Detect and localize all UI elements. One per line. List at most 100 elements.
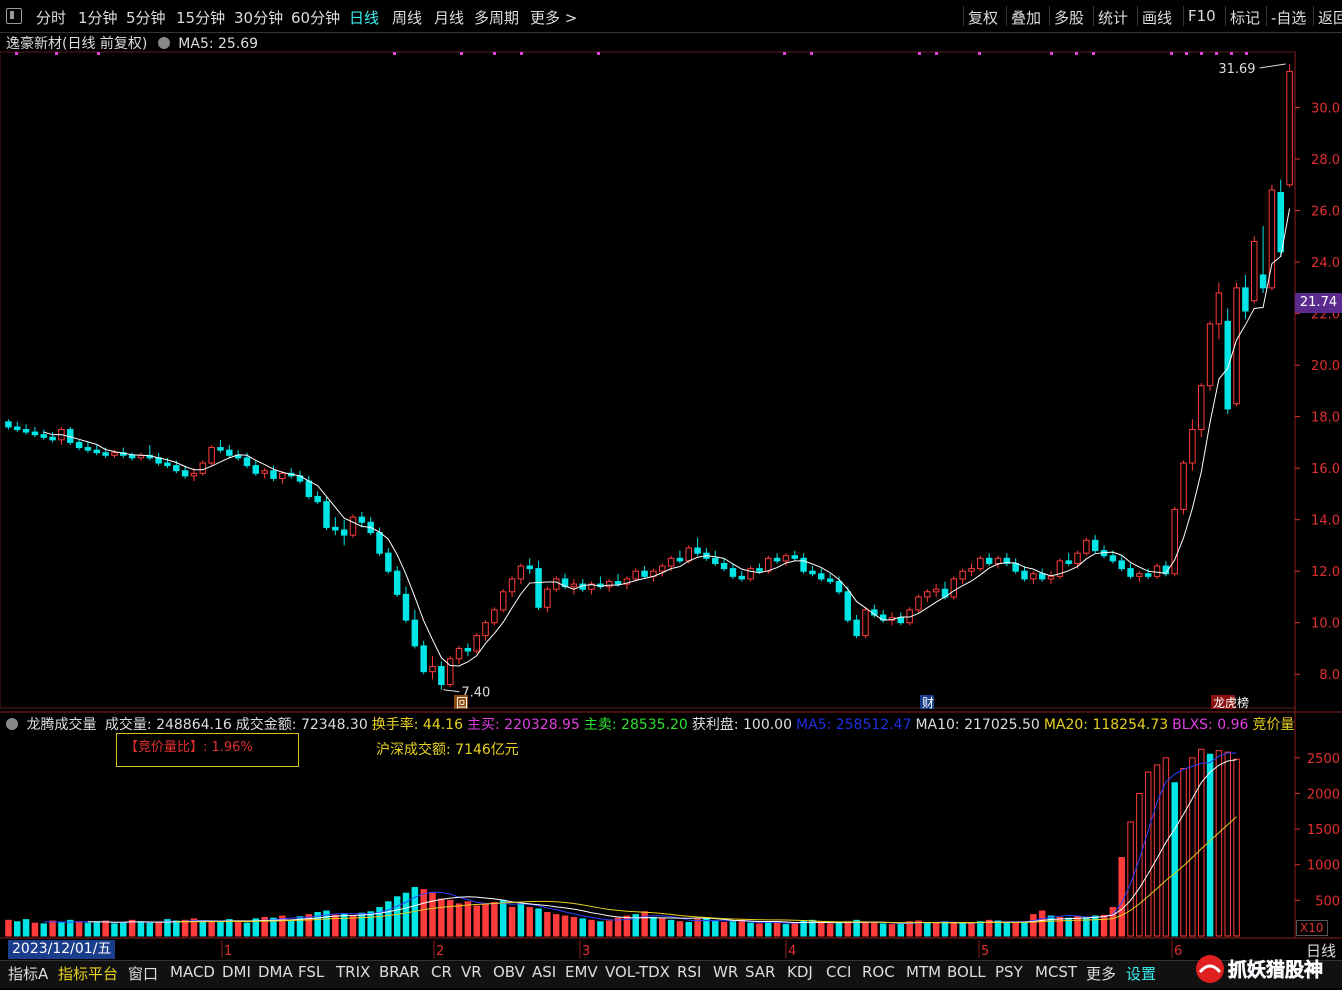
candle-body [270,470,277,479]
candle-body [756,568,763,572]
gear-icon[interactable] [6,718,18,730]
period-10[interactable]: 更多 > [530,7,577,28]
tab-10[interactable]: VR [461,963,482,981]
tab-12[interactable]: ASI [532,963,556,981]
volume-bar [791,922,799,937]
toolbar-button-2[interactable]: 多股 [1054,7,1084,28]
tab-15[interactable]: RSI [677,963,701,981]
tab-17[interactable]: SAR [745,963,775,981]
event-marker-hui[interactable]: 回 [456,696,468,710]
toolbar-button-1[interactable]: 叠加 [1011,7,1041,28]
volume-bar [1074,916,1081,937]
volume-bar [1100,914,1108,937]
toolbar-button-7[interactable]: -自选 [1271,7,1306,28]
tab-7[interactable]: TRIX [336,963,370,981]
tab-18[interactable]: KDJ [787,963,813,981]
volume-tick-label: 2500 [1307,752,1340,767]
candle-body [279,472,286,479]
volume-bar [455,903,463,937]
period-4[interactable]: 30分钟 [234,7,283,28]
period-7[interactable]: 周线 [392,7,422,28]
tab-5[interactable]: DMA [258,963,293,981]
toolbar-button-6[interactable]: 标记 [1230,7,1260,28]
signal-dot [918,52,921,55]
tab-9[interactable]: CR [431,963,452,981]
period-6[interactable]: 日线 [349,7,379,28]
period-9[interactable]: 多周期 [474,7,519,28]
tab-6[interactable]: FSL [298,963,324,981]
tab-0[interactable]: 指标A [8,963,48,984]
volume-bar [358,912,366,937]
stock-title[interactable]: 逸豪新材(日线 前复权) [6,36,147,52]
candle-body [75,441,83,449]
toolbar-button-3[interactable]: 统计 [1098,7,1128,28]
period-8[interactable]: 月线 [434,7,464,28]
volume-bar [977,921,984,937]
toolbar-button-4[interactable]: 画线 [1142,7,1172,28]
volume-bar [756,923,763,937]
signal-dot [1200,52,1203,55]
volume-bar [226,919,233,937]
tab-23[interactable]: PSY [995,963,1023,981]
signal-dot [1215,52,1218,55]
signal-dot [1245,52,1248,55]
volume-bar [199,921,207,937]
toolbar-button-8[interactable]: 返回 [1318,7,1342,28]
period-5[interactable]: 60分钟 [291,7,340,28]
gear-icon[interactable] [157,37,170,49]
signal-dot [1092,52,1095,55]
volume-bar [93,921,101,937]
candle-body [84,447,92,451]
volume-bar [650,916,657,937]
volume-title[interactable]: 龙腾成交量 [26,717,96,733]
candle-body [128,454,136,459]
tab-24[interactable]: MCST [1035,963,1077,981]
tab-21[interactable]: MTM [906,963,941,981]
month-label: 5 [981,944,989,959]
period-2[interactable]: 5分钟 [126,7,166,28]
volume-stat-5: 获利盘: 100.00 [691,717,792,733]
volume-bar [773,921,781,937]
period-1[interactable]: 1分钟 [78,7,118,28]
volume-bar [835,922,843,937]
signal-dot [1075,52,1078,55]
tab-19[interactable]: CCI [826,963,851,981]
candle-body [676,557,684,562]
candle-body [1091,539,1099,552]
price-tick-label: 14.0 [1311,514,1340,529]
tab-1[interactable]: 指标平台 [58,963,118,984]
tab-20[interactable]: ROC [862,963,895,981]
tab-14[interactable]: VOL-TDX [605,963,670,981]
volume-ma10-line [87,759,1237,924]
tab-2[interactable]: 窗口 [128,963,158,984]
volume-bar [111,923,118,937]
toolbar-button-0[interactable]: 复权 [968,7,998,28]
candle-body [31,431,39,436]
toolbar-separator [1183,6,1184,26]
volume-bar [1153,764,1161,937]
tab-3[interactable]: MACD [170,963,215,981]
tab-4[interactable]: DMI [222,963,251,981]
event-marker-cai[interactable]: 财 [922,696,934,710]
volume-bar [40,923,47,937]
price-tick-label: 26.0 [1311,205,1340,220]
candle-body [818,573,825,580]
tab-25[interactable]: 更多 [1086,963,1116,984]
period-0[interactable]: 分时 [36,7,66,28]
volume-bar [606,920,613,937]
volume-bar [58,921,65,937]
tab-8[interactable]: BRAR [379,963,420,981]
tab-22[interactable]: BOLL [947,963,986,981]
candle-body [773,557,781,562]
layout-icon[interactable] [6,8,22,24]
volume-bar [420,889,427,937]
period-3[interactable]: 15分钟 [176,7,225,28]
tab-11[interactable]: OBV [493,963,525,981]
tab-16[interactable]: WR [713,963,738,981]
main-chart[interactable]: 30.028.026.024.022.020.018.016.014.012.0… [0,0,1342,987]
event-marker-bang[interactable]: 龙虎榜 [1213,695,1249,710]
tab-13[interactable]: EMV [565,963,598,981]
tab-26[interactable]: 设置 [1126,963,1156,984]
toolbar-button-5[interactable]: F10 [1188,7,1216,25]
candle-body [49,436,56,441]
